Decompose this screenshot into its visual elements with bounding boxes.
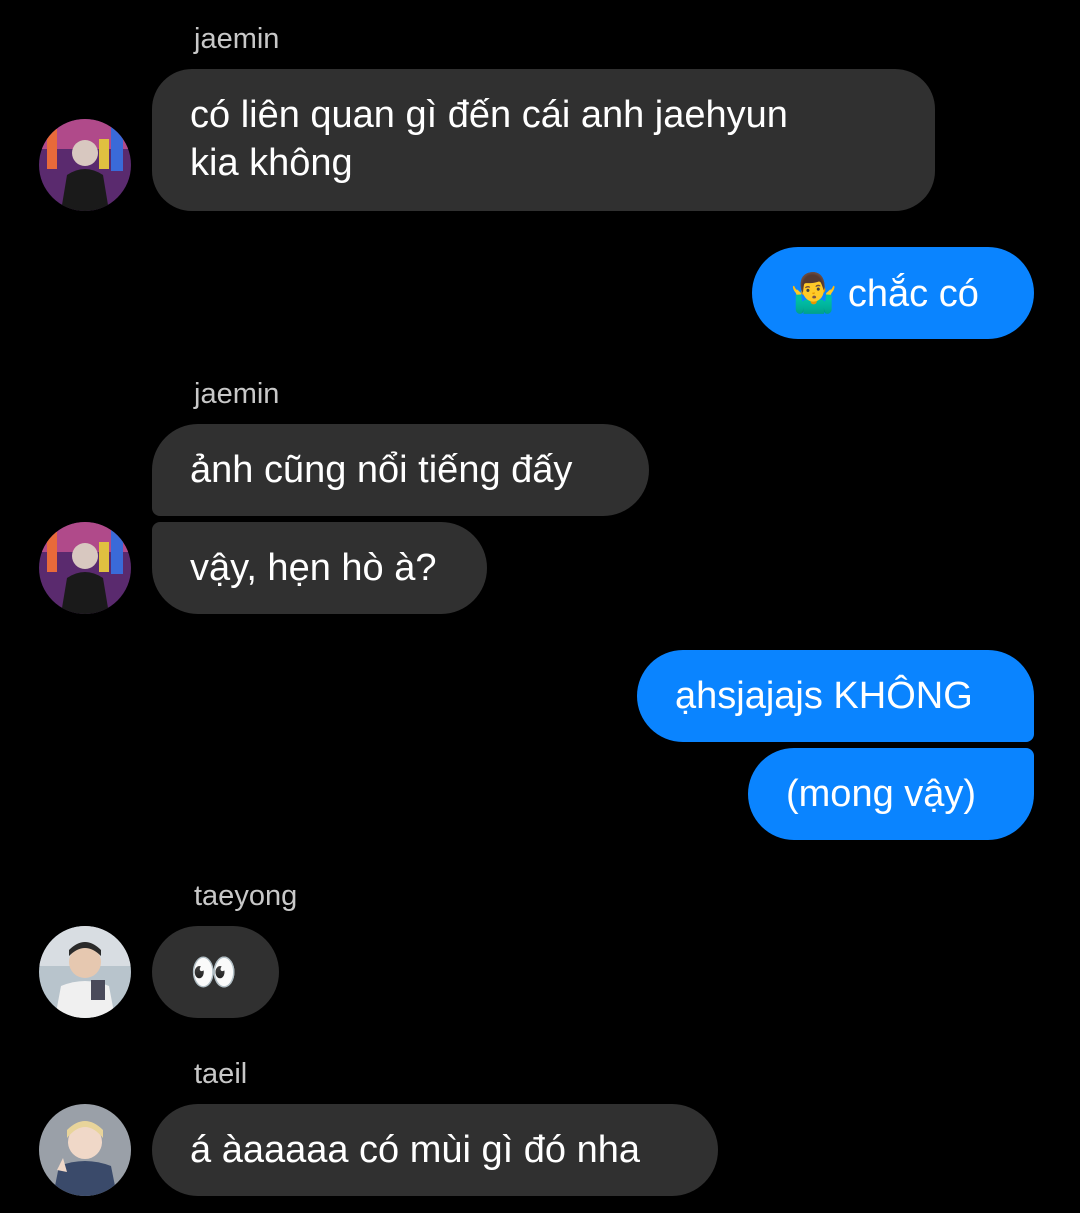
person-shrugging-emoji: 🤷‍♂️ xyxy=(790,271,838,315)
eyes-emoji: 👀 xyxy=(190,950,238,994)
sender-name-jaemin: jaemin xyxy=(194,378,280,410)
sender-name-jaemin: jaemin xyxy=(194,23,280,55)
message-bubble-received[interactable]: 👀 xyxy=(152,926,279,1018)
message-text: ảnh cũng nổi tiếng đấy xyxy=(190,449,573,491)
message-text: (mong vậy) xyxy=(786,773,977,815)
avatar-jaemin[interactable] xyxy=(39,119,131,211)
sender-name-taeyong: taeyong xyxy=(194,880,298,912)
message-text: chắc có xyxy=(847,273,979,315)
message-text: vậy, hẹn hò à? xyxy=(190,547,437,589)
avatar-taeyong[interactable] xyxy=(39,926,131,1018)
sender-name-taeil: taeil xyxy=(194,1058,248,1090)
message-bubble-received[interactable]: á àaaaaa có mùi gì đó nha xyxy=(152,1104,718,1196)
message-bubble-sent[interactable]: 🤷‍♂️ chắc có xyxy=(752,247,1034,339)
message-text: ạhsjajajs KHÔNG xyxy=(675,675,973,717)
message-bubble-sent[interactable]: ạhsjajajs KHÔNG xyxy=(637,650,1034,742)
message-bubble-received[interactable]: vậy, hẹn hò à? xyxy=(152,522,487,614)
avatar-jaemin[interactable] xyxy=(39,522,131,614)
message-line: kia không xyxy=(190,142,353,184)
message-bubble-received[interactable]: ảnh cũng nổi tiếng đấy xyxy=(152,424,649,516)
message-line: có liên quan gì đến cái anh jaehyun xyxy=(190,94,788,136)
avatar-taeil[interactable] xyxy=(39,1104,131,1196)
message-bubble-sent[interactable]: (mong vậy) xyxy=(748,748,1034,840)
message-bubble-received[interactable]: có liên quan gì đến cái anh jaehyun kia … xyxy=(152,69,935,211)
message-text: á àaaaaa có mùi gì đó nha xyxy=(190,1129,641,1171)
